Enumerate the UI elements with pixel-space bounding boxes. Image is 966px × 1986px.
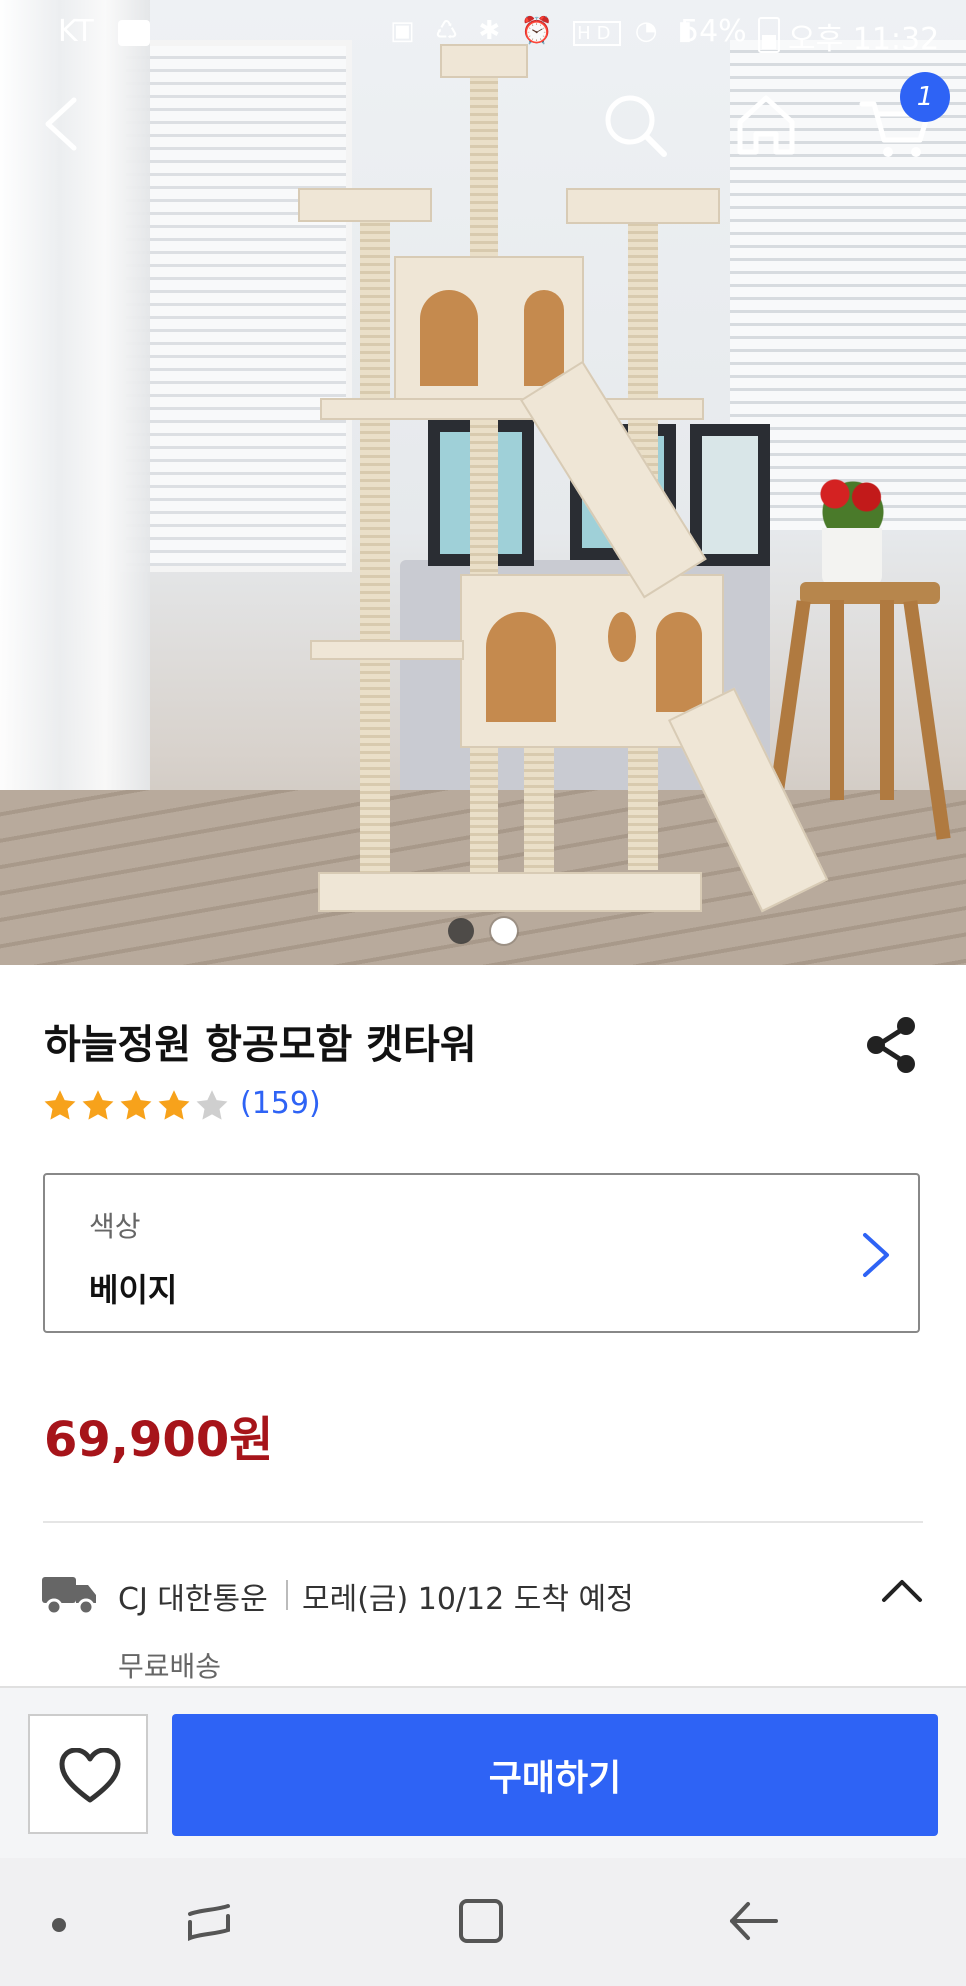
- chevron-left-icon: [45, 97, 77, 151]
- color-option-selector[interactable]: 색상 베이지: [43, 1173, 920, 1333]
- system-nav-bar: [0, 1858, 966, 1986]
- image-cat-tower-post: [470, 60, 498, 880]
- image-stool: [800, 582, 940, 604]
- shipping-carrier: CJ 대한통운: [118, 1582, 268, 1617]
- product-image[interactable]: [0, 0, 966, 965]
- battery-percent: 54%: [680, 14, 747, 49]
- nav-dot-icon[interactable]: [52, 1918, 66, 1932]
- divider: [286, 1580, 288, 1610]
- shipping-fee: 무료배송: [118, 1650, 222, 1683]
- chevron-right-icon: [863, 1233, 889, 1277]
- image-flowers: [808, 470, 898, 530]
- option-label: 색상: [89, 1210, 141, 1243]
- recent-apps-icon[interactable]: [186, 1900, 232, 1946]
- star-filled-icon: [120, 1090, 152, 1120]
- gallery-dot-2[interactable]: [491, 918, 517, 944]
- cart-count-badge: 1: [900, 72, 950, 122]
- home-nav-icon[interactable]: [456, 1896, 506, 1946]
- carrier-label: KT: [58, 14, 94, 49]
- buy-button[interactable]: 구매하기: [172, 1714, 938, 1836]
- hd-icon: HD: [573, 21, 621, 46]
- purchase-action-bar: 구매하기: [0, 1686, 966, 1860]
- search-button[interactable]: [596, 84, 676, 164]
- product-price: 69,900원: [44, 1412, 274, 1468]
- heart-icon: [59, 1748, 121, 1803]
- home-icon: [737, 95, 795, 155]
- image-cat-tower-base: [318, 872, 702, 912]
- image-pot: [822, 528, 882, 586]
- star-empty-icon: [196, 1090, 228, 1120]
- search-icon: [605, 95, 667, 157]
- star-filled-icon: [44, 1090, 76, 1120]
- star-filled-icon: [82, 1090, 114, 1120]
- rating-stars: [42, 1086, 230, 1126]
- message-icon: [118, 20, 150, 46]
- product-title: 하늘정원 항공모함 캣타워: [44, 1022, 477, 1068]
- share-icon: [867, 1017, 915, 1073]
- wishlist-button[interactable]: [28, 1714, 148, 1834]
- shipping-eta: 모레(금) 10/12 도착 예정: [302, 1582, 634, 1617]
- option-value: 베이지: [89, 1271, 178, 1309]
- image-window-blinds: [120, 40, 352, 572]
- back-button[interactable]: [22, 84, 102, 164]
- share-button[interactable]: [864, 1015, 920, 1075]
- divider: [43, 1521, 923, 1523]
- review-count-link[interactable]: (159): [240, 1086, 321, 1121]
- status-bar: KT ▣ ♺ ✱ ⏰ HD ◔ ▮ 54% 오후 11:32: [0, 0, 966, 66]
- status-icons: ▣ ♺ ✱ ⏰ HD ◔ ▮: [390, 16, 699, 46]
- battery-icon: [758, 17, 780, 53]
- home-button[interactable]: [726, 84, 806, 164]
- gallery-dot-1[interactable]: [448, 918, 474, 944]
- clock: 오후 11:32: [788, 22, 940, 57]
- image-frame: [690, 424, 770, 566]
- star-filled-icon: [158, 1090, 190, 1120]
- truck-icon: [42, 1577, 96, 1615]
- back-nav-icon[interactable]: [726, 1898, 780, 1944]
- chevron-up-icon[interactable]: [878, 1572, 926, 1608]
